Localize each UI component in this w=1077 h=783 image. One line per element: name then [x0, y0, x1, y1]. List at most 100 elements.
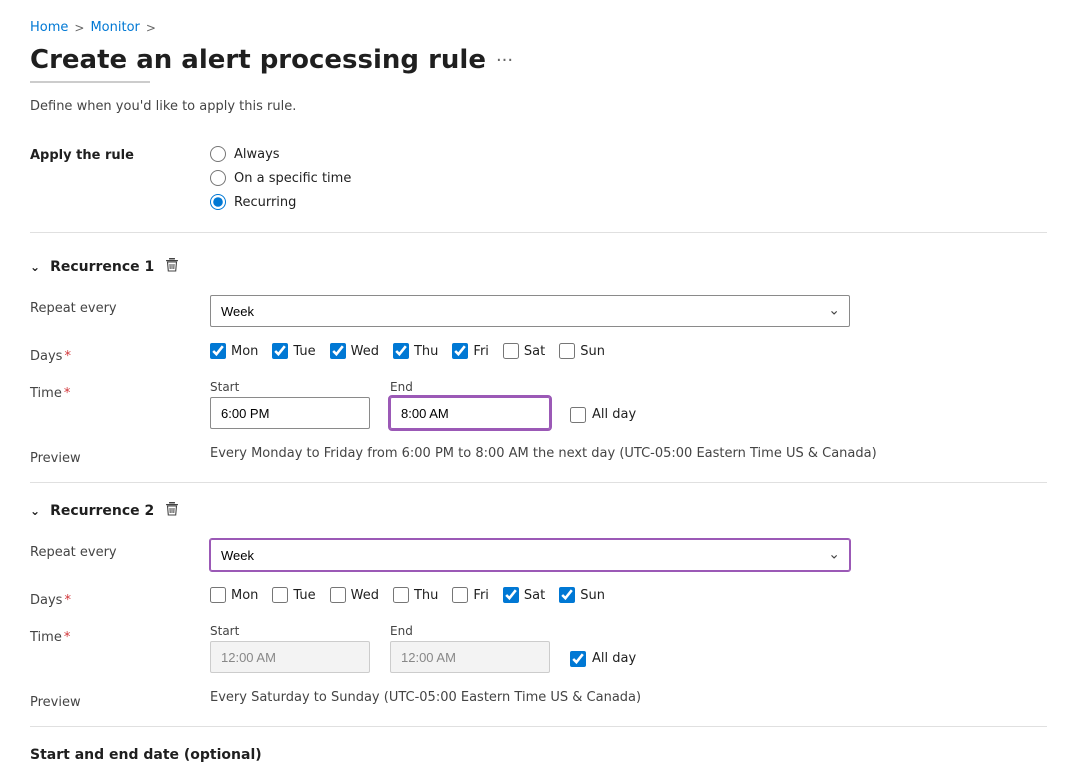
rec2-preview-label: Preview: [30, 689, 190, 710]
rec1-day-mon[interactable]: Mon: [210, 343, 258, 359]
rec1-day-thu-check[interactable]: [393, 343, 409, 359]
rec2-day-mon-check[interactable]: [210, 587, 226, 603]
rec2-repeat-content: Week Day Month: [210, 539, 1047, 571]
breadcrumb-sep2: >: [146, 21, 156, 35]
radio-always-input[interactable]: [210, 146, 226, 162]
rec1-start-label: Start: [210, 380, 370, 394]
radio-specific-time-input[interactable]: [210, 170, 226, 186]
rec1-time-row-inner: Start End All day: [210, 380, 1047, 429]
page-title-row: Create an alert processing rule ···: [30, 45, 1047, 75]
rec1-start-field: Start: [210, 380, 370, 429]
rec2-end-field: End: [390, 624, 550, 673]
rec1-day-sat-check[interactable]: [503, 343, 519, 359]
rec1-start-input[interactable]: [210, 397, 370, 429]
rec1-end-field: End: [390, 380, 550, 429]
apply-rule-radio-group: Always On a specific time Recurring: [210, 146, 1047, 210]
rec1-day-mon-check[interactable]: [210, 343, 226, 359]
recurrence-1-title: Recurrence 1: [50, 259, 154, 275]
rec1-day-wed-label: Wed: [351, 344, 379, 359]
rec1-day-fri-check[interactable]: [452, 343, 468, 359]
rec2-start-input[interactable]: [210, 641, 370, 673]
rec2-time-label: Time*: [30, 624, 190, 645]
radio-specific-time[interactable]: On a specific time: [210, 170, 1047, 186]
rec2-time-row-inner: Start End All day: [210, 624, 1047, 673]
recurrence-2-header: ⌄ Recurrence 2: [30, 487, 1047, 531]
rec1-day-wed[interactable]: Wed: [330, 343, 379, 359]
rec2-day-tue-check[interactable]: [272, 587, 288, 603]
recurrence-1-toggle[interactable]: ⌄: [30, 260, 40, 274]
rec2-start-field: Start: [210, 624, 370, 673]
recurrence-1-delete[interactable]: [164, 257, 180, 277]
rec2-day-tue[interactable]: Tue: [272, 587, 315, 603]
rec1-day-mon-label: Mon: [231, 344, 258, 359]
rec2-start-label: Start: [210, 624, 370, 638]
rec2-end-input[interactable]: [390, 641, 550, 673]
rec1-end-label: End: [390, 380, 550, 394]
breadcrumb-home[interactable]: Home: [30, 20, 68, 35]
breadcrumb-monitor[interactable]: Monitor: [90, 20, 139, 35]
divider-2: [30, 482, 1047, 483]
rec2-day-sat[interactable]: Sat: [503, 587, 545, 603]
rec2-allday-check[interactable]: [570, 651, 586, 667]
rec1-day-sun-check[interactable]: [559, 343, 575, 359]
start-end-section: Start and end date (optional): [30, 731, 1047, 763]
start-end-title: Start and end date (optional): [30, 747, 1047, 763]
rec2-repeat-select[interactable]: Week Day Month: [210, 539, 850, 571]
rec2-day-wed-check[interactable]: [330, 587, 346, 603]
rec1-days-content: Mon Tue Wed Thu: [210, 343, 1047, 359]
rec1-day-tue-check[interactable]: [272, 343, 288, 359]
radio-recurring[interactable]: Recurring: [210, 194, 1047, 210]
radio-always[interactable]: Always: [210, 146, 1047, 162]
recurrence-2-toggle[interactable]: ⌄: [30, 504, 40, 518]
rec1-repeat-content: Week Day Month: [210, 295, 1047, 327]
rec2-day-mon[interactable]: Mon: [210, 587, 258, 603]
rec2-day-sat-check[interactable]: [503, 587, 519, 603]
rec2-day-fri-check[interactable]: [452, 587, 468, 603]
divider-1: [30, 232, 1047, 233]
rec1-repeat-select[interactable]: Week Day Month: [210, 295, 850, 327]
rec2-day-wed[interactable]: Wed: [330, 587, 379, 603]
rec2-day-thu-check[interactable]: [393, 587, 409, 603]
rec2-end-label: End: [390, 624, 550, 638]
radio-always-label: Always: [234, 147, 280, 162]
rec1-day-sun[interactable]: Sun: [559, 343, 605, 359]
rec2-time-content: Start End All day: [210, 624, 1047, 673]
rec2-day-sun[interactable]: Sun: [559, 587, 605, 603]
rec1-preview-row: Preview Every Monday to Friday from 6:00…: [30, 437, 1047, 474]
rec2-preview-content: Every Saturday to Sunday (UTC-05:00 East…: [210, 689, 1047, 705]
rec2-day-thu[interactable]: Thu: [393, 587, 438, 603]
rec1-day-sun-label: Sun: [580, 344, 605, 359]
rec1-day-tue-label: Tue: [293, 344, 315, 359]
rec1-allday[interactable]: All day: [570, 407, 636, 423]
title-underline: [30, 81, 150, 83]
radio-recurring-input[interactable]: [210, 194, 226, 210]
rec2-days-content: Mon Tue Wed Thu: [210, 587, 1047, 603]
more-options-icon[interactable]: ···: [496, 50, 513, 71]
recurrence-2-title: Recurrence 2: [50, 503, 154, 519]
rec2-days-label: Days*: [30, 587, 190, 608]
rec2-day-fri[interactable]: Fri: [452, 587, 489, 603]
rec1-time-content: Start End All day: [210, 380, 1047, 429]
rec1-repeat-select-wrapper: Week Day Month: [210, 295, 850, 327]
apply-rule-options: Always On a specific time Recurring: [210, 146, 1047, 210]
rec1-day-tue[interactable]: Tue: [272, 343, 315, 359]
rec1-day-sat[interactable]: Sat: [503, 343, 545, 359]
rec1-day-fri[interactable]: Fri: [452, 343, 489, 359]
rec2-preview-text: Every Saturday to Sunday (UTC-05:00 East…: [210, 690, 641, 705]
apply-rule-label: Apply the rule: [30, 146, 190, 163]
rec2-allday-label: All day: [592, 651, 636, 666]
rec2-day-wed-label: Wed: [351, 588, 379, 603]
page-title: Create an alert processing rule: [30, 45, 486, 75]
recurrence-1-body: Repeat every Week Day Month Days*: [30, 287, 1047, 474]
rec2-allday[interactable]: All day: [570, 651, 636, 667]
recurrence-2-section: ⌄ Recurrence 2 Repeat every Week Day: [30, 487, 1047, 718]
rec2-day-sun-check[interactable]: [559, 587, 575, 603]
rec1-day-wed-check[interactable]: [330, 343, 346, 359]
breadcrumb-sep1: >: [74, 21, 84, 35]
rec1-end-input[interactable]: [390, 397, 550, 429]
rec2-day-thu-label: Thu: [414, 588, 438, 603]
rec1-allday-check[interactable]: [570, 407, 586, 423]
rec1-allday-label: All day: [592, 407, 636, 422]
rec1-day-thu[interactable]: Thu: [393, 343, 438, 359]
recurrence-2-delete[interactable]: [164, 501, 180, 521]
